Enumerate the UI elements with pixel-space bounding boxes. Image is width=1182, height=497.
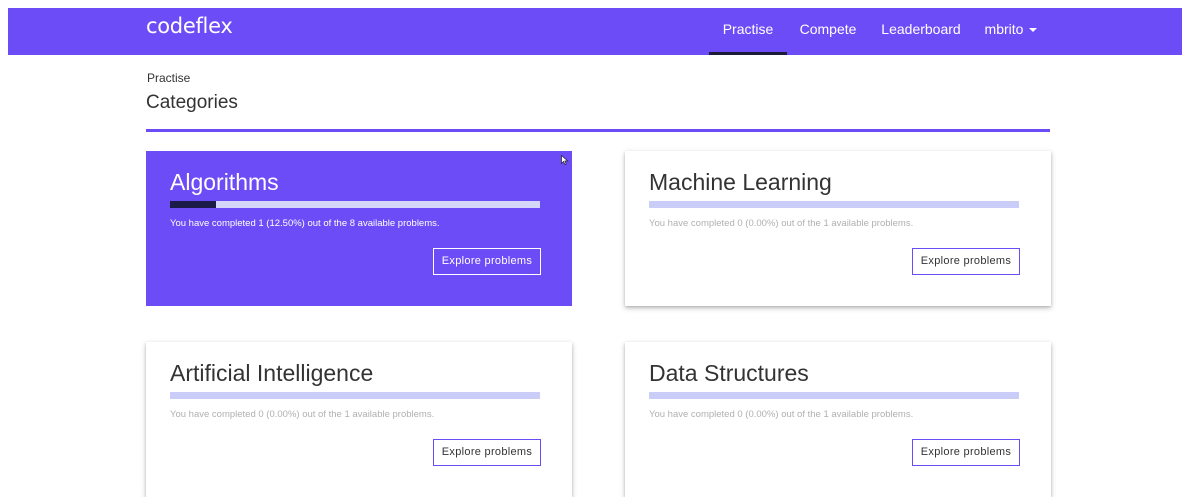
progress-text: You have completed 0 (0.00%) out of the … xyxy=(170,409,435,420)
brand-logo[interactable]: codeflex xyxy=(146,14,233,38)
progress-bar xyxy=(649,201,1019,208)
title-divider xyxy=(146,129,1050,132)
page-title: Categories xyxy=(146,92,238,113)
card-title: Machine Learning xyxy=(649,169,832,195)
card-title: Data Structures xyxy=(649,360,809,386)
card-title: Artificial Intelligence xyxy=(170,360,374,386)
nav-leaderboard[interactable]: Leaderboard xyxy=(876,8,966,55)
explore-problems-button[interactable]: Explore problems xyxy=(912,248,1020,275)
category-card-algorithms: Algorithms You have completed 1 (12.50%)… xyxy=(146,151,572,306)
explore-problems-button[interactable]: Explore problems xyxy=(912,439,1020,466)
top-navbar: codeflex Practise Compete Leaderboard mb… xyxy=(8,8,1182,55)
progress-bar xyxy=(170,392,540,399)
user-menu-label: mbrito xyxy=(984,21,1024,37)
progress-bar xyxy=(649,392,1019,399)
progress-text: You have completed 0 (0.00%) out of the … xyxy=(649,218,914,229)
breadcrumb: Practise xyxy=(147,71,191,85)
explore-problems-button[interactable]: Explore problems xyxy=(433,439,541,466)
nav-compete[interactable]: Compete xyxy=(795,8,861,55)
category-card-data-structures: Data Structures You have completed 0 (0.… xyxy=(625,342,1051,497)
explore-problems-button[interactable]: Explore problems xyxy=(433,248,541,275)
category-card-artificial-intelligence: Artificial Intelligence You have complet… xyxy=(146,342,572,497)
category-card-machine-learning: Machine Learning You have completed 0 (0… xyxy=(625,151,1051,306)
progress-fill xyxy=(170,201,217,208)
progress-text: You have completed 0 (0.00%) out of the … xyxy=(649,409,914,420)
progress-bar xyxy=(170,201,540,208)
user-menu[interactable]: mbrito xyxy=(980,8,1042,55)
nav-practise[interactable]: Practise xyxy=(709,8,787,55)
card-title: Algorithms xyxy=(170,169,279,195)
mouse-cursor-icon xyxy=(561,155,569,165)
progress-text: You have completed 1 (12.50%) out of the… xyxy=(170,218,440,229)
caret-down-icon xyxy=(1029,28,1038,33)
